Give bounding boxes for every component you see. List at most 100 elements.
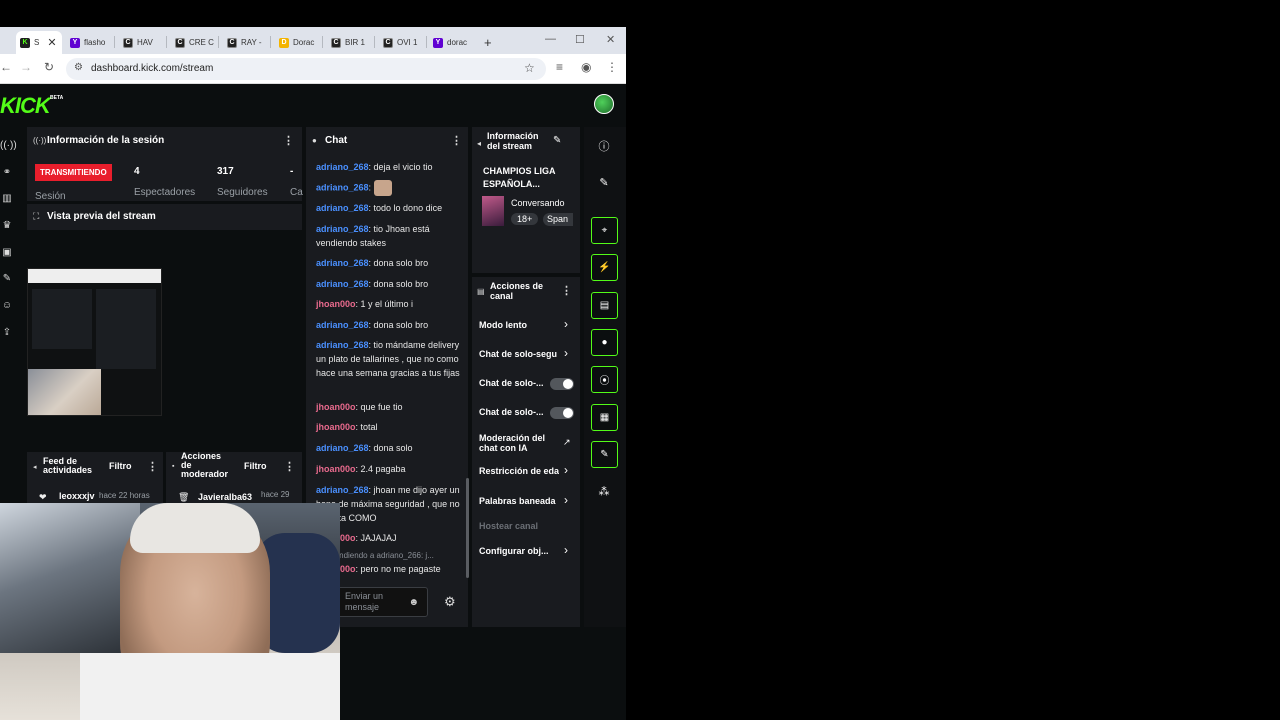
chevron-right-icon[interactable]: › (564, 493, 568, 507)
user-avatar[interactable] (594, 94, 614, 114)
chat-username[interactable]: adriano_268 (316, 258, 369, 268)
tab-2[interactable]: Yflasho (70, 31, 105, 54)
chevron-right-icon[interactable]: › (564, 317, 568, 331)
edit-pencil-icon[interactable]: ✎ (553, 135, 561, 146)
tag-chip[interactable]: Span (543, 213, 573, 226)
tab-6[interactable]: D Dorac (279, 31, 314, 54)
banned-words-row[interactable]: Palabras baneada (479, 496, 559, 506)
live-icon[interactable]: ((·)) (0, 140, 17, 151)
thumbnail-panel (96, 289, 156, 369)
chat-text: : JAJAJAJ (355, 533, 397, 543)
kick-logo[interactable]: KICK (0, 93, 51, 119)
chat-username[interactable]: adriano_268 (316, 320, 369, 330)
emoji-icon[interactable]: ☻ (408, 597, 419, 608)
stream-category[interactable]: Conversando (511, 198, 565, 208)
feed-entry-user[interactable]: leoxxxjv (59, 491, 95, 501)
session-menu-icon[interactable]: ⋮ (283, 134, 294, 147)
edit-icon[interactable]: ✎ (596, 176, 612, 189)
tab-8[interactable]: C OVI 1 (383, 31, 417, 54)
chat-menu-icon[interactable]: ⋮ (451, 134, 462, 147)
feed-menu-icon[interactable]: ⋮ (147, 460, 158, 473)
feed-filter-button[interactable]: Filtro (109, 461, 132, 471)
tab-7[interactable]: C BIR 1 (331, 31, 365, 54)
chat-username[interactable]: adriano_268 (316, 224, 369, 234)
browser-menu-icon[interactable]: ⋮ (606, 60, 618, 74)
chat-message-input[interactable]: Enviar un mensaje ☻ (336, 587, 428, 617)
slow-mode-row[interactable]: Modo lento (479, 320, 527, 330)
subscribers-only-toggle[interactable] (550, 378, 574, 390)
reload-icon[interactable]: ↻ (44, 60, 54, 74)
chat-icon[interactable]: ● (591, 329, 618, 356)
forward-icon[interactable]: → (20, 60, 32, 74)
users-icon[interactable]: ☺ (0, 300, 14, 311)
trophy-icon[interactable]: ♛ (0, 220, 14, 231)
close-tab-icon[interactable]: ✕ (47, 36, 56, 49)
more-apps-icon[interactable]: ⁂ (596, 485, 612, 498)
tab-kick-dashboard[interactable]: K S ✕ (16, 31, 62, 54)
link-icon[interactable]: ⚭ (0, 167, 14, 178)
chevron-right-icon[interactable]: › (564, 463, 568, 477)
ai-moderation-row[interactable]: Moderación del chat con IA (479, 433, 551, 453)
close-window-icon[interactable]: ✕ (606, 33, 615, 46)
webcam-background-screen (0, 503, 140, 653)
tab-9[interactable]: Ydorac (433, 31, 467, 54)
broadcast-icon[interactable]: ⦿ (591, 366, 618, 393)
analytics-icon[interactable]: ▥ (0, 193, 14, 204)
upload-icon[interactable]: ⇪ (0, 327, 14, 338)
wrench-icon[interactable]: ✎ (0, 273, 14, 284)
layout-icon[interactable]: ▦ (591, 404, 618, 431)
mod-entry-user[interactable]: Javieralba63 (198, 492, 252, 502)
host-channel-row[interactable]: Hostear canal (479, 521, 538, 531)
chat-username[interactable]: jhoan00o (316, 422, 356, 432)
external-link-icon[interactable]: ↗ (563, 437, 571, 448)
address-bar[interactable]: ⚙ dashboard.kick.com/stream ☆ (66, 58, 546, 80)
thumbnail-browser-bar (28, 269, 161, 283)
preview-icon: ⛶ (33, 211, 40, 221)
clip-icon[interactable]: ⌖ (591, 217, 618, 244)
maximize-icon[interactable]: ☐ (575, 33, 585, 46)
lightning-icon[interactable]: ⚡ (591, 254, 618, 281)
tab-label: HAV (137, 38, 153, 47)
document-icon[interactable]: ▤ (591, 292, 618, 319)
chat-username[interactable]: adriano_268 (316, 203, 369, 213)
mod-menu-icon[interactable]: ⋮ (284, 460, 295, 473)
chat-username[interactable]: jhoan00o (316, 402, 356, 412)
chat-settings-gear-icon[interactable]: ⚙ (444, 594, 456, 610)
chat-scrollbar[interactable] (466, 478, 469, 578)
chat-username[interactable]: adriano_268 (316, 279, 369, 289)
mod-actions-panel: ▪ Acciones de moderador Filtro ⋮ 🗑 Javie… (166, 452, 302, 504)
chat-message: adriano_268: tio mándame delivery un pla… (316, 338, 461, 380)
wrench-icon[interactable]: ✎ (591, 441, 618, 468)
info-icon[interactable]: ⓘ (596, 138, 612, 154)
minimize-icon[interactable]: — (545, 33, 556, 45)
chat-username[interactable]: adriano_268 (316, 485, 369, 495)
new-tab-button[interactable]: + (484, 31, 492, 54)
stream-preview-thumbnail[interactable] (27, 268, 162, 416)
chat-username[interactable]: adriano_268 (316, 162, 369, 172)
media-control-icon[interactable]: ≡ (556, 60, 563, 74)
chat-username[interactable]: jhoan00o (316, 299, 356, 309)
emote-only-toggle[interactable] (550, 407, 574, 419)
chat-username[interactable]: adriano_268 (316, 182, 369, 192)
bookmark-star-icon[interactable]: ☆ (524, 61, 535, 75)
chat-username[interactable]: jhoan00o (316, 464, 356, 474)
mod-filter-button[interactable]: Filtro (244, 461, 267, 471)
age-restriction-row[interactable]: Restricción de eda (479, 466, 559, 476)
back-icon[interactable]: ← (0, 60, 12, 74)
tag-chip[interactable]: 18+ (511, 213, 539, 225)
tab-3[interactable]: C HAV (123, 31, 153, 54)
profile-icon[interactable]: ◉ (581, 60, 591, 74)
channel-actions-menu-icon[interactable]: ⋮ (561, 284, 572, 297)
chat-username[interactable]: adriano_268 (316, 443, 369, 453)
chevron-right-icon[interactable]: › (564, 543, 568, 557)
site-info-icon[interactable]: ⚙ (74, 62, 83, 73)
activity-feed-panel: ◂ Feed de actividades Filtro ⋮ ❤ leoxxxj… (27, 452, 163, 504)
tab-label: flasho (84, 38, 106, 47)
followers-only-chat-row[interactable]: Chat de solo-segu (479, 349, 559, 359)
tab-4[interactable]: C CRE C (175, 31, 214, 54)
chat-username[interactable]: adriano_268 (316, 340, 369, 350)
media-icon[interactable]: ▣ (0, 247, 14, 258)
configure-goals-row[interactable]: Configurar obj... (479, 546, 549, 556)
tab-5[interactable]: C RAY - (227, 31, 262, 54)
chevron-right-icon[interactable]: › (564, 346, 568, 360)
